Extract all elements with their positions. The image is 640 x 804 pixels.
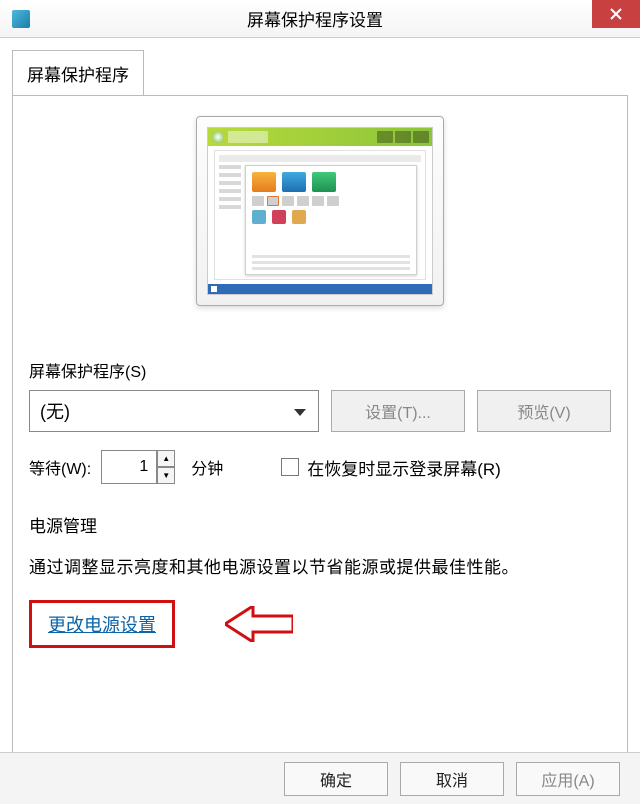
dialog-footer: 确定 取消 应用(A) [0, 752, 640, 804]
spinner-down[interactable]: ▼ [157, 467, 175, 484]
titlebar: 屏幕保护程序设置 [0, 0, 640, 38]
cancel-button[interactable]: 取消 [400, 762, 504, 796]
resume-checkbox-label: 在恢复时显示登录屏幕(R) [307, 455, 501, 480]
tab-panel: 屏幕保护程序(S) (无) 设置(T)... 预览(V) 等待(W): 1 ▲ … [12, 95, 628, 775]
close-icon [610, 8, 622, 20]
wait-unit: 分钟 [191, 455, 223, 479]
highlight-box: 更改电源设置 [29, 600, 175, 648]
screensaver-select[interactable]: (无) [29, 390, 319, 432]
monitor-screen [207, 127, 433, 295]
annotation-arrow-icon [225, 606, 293, 642]
power-heading: 电源管理 [29, 512, 611, 537]
tab-screensaver[interactable]: 屏幕保护程序 [12, 50, 144, 96]
settings-button[interactable]: 设置(T)... [331, 390, 465, 432]
window-title: 屏幕保护程序设置 [30, 6, 600, 31]
spinner-up[interactable]: ▲ [157, 450, 175, 467]
preview-monitor [29, 116, 611, 320]
preview-button[interactable]: 预览(V) [477, 390, 611, 432]
app-icon [12, 10, 30, 28]
tab-strip: 屏幕保护程序 [12, 50, 640, 96]
apply-button[interactable]: 应用(A) [516, 762, 620, 796]
wait-input[interactable]: 1 [101, 450, 157, 484]
power-description: 通过调整显示亮度和其他电源设置以节省能源或提供最佳性能。 [29, 553, 611, 578]
resume-checkbox[interactable]: 在恢复时显示登录屏幕(R) [281, 455, 501, 480]
change-power-link[interactable]: 更改电源设置 [48, 615, 156, 635]
close-button[interactable] [592, 0, 640, 28]
screensaver-heading: 屏幕保护程序(S) [29, 358, 611, 382]
ok-button[interactable]: 确定 [284, 762, 388, 796]
screensaver-select-value: (无) [40, 398, 70, 424]
wait-label: 等待(W): [29, 455, 91, 479]
checkbox-icon [281, 458, 299, 476]
